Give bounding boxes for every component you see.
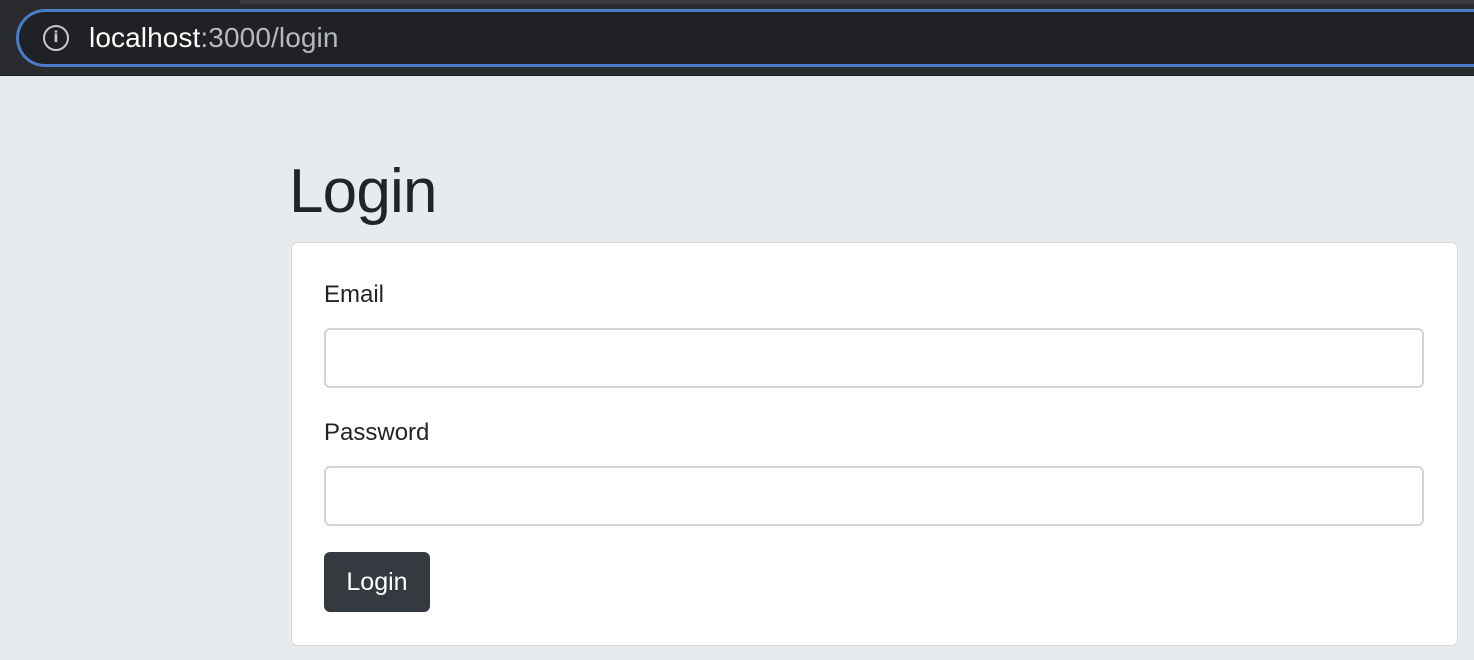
url-text[interactable]: localhost:3000/login <box>89 21 339 55</box>
email-field[interactable] <box>324 328 1424 388</box>
browser-chrome: i localhost:3000/login <box>0 0 1474 76</box>
password-label: Password <box>324 419 430 446</box>
login-button[interactable]: Login <box>324 552 430 612</box>
login-card: Email Password Login <box>291 242 1458 646</box>
url-host: localhost <box>89 22 201 53</box>
page-title: Login <box>289 157 438 226</box>
browser-tab-strip <box>240 0 1474 4</box>
url-path: :3000/login <box>200 22 339 53</box>
info-icon[interactable]: i <box>43 25 69 51</box>
password-field[interactable] <box>324 466 1424 526</box>
email-label: Email <box>324 281 385 308</box>
address-bar[interactable]: i localhost:3000/login <box>16 9 1474 67</box>
